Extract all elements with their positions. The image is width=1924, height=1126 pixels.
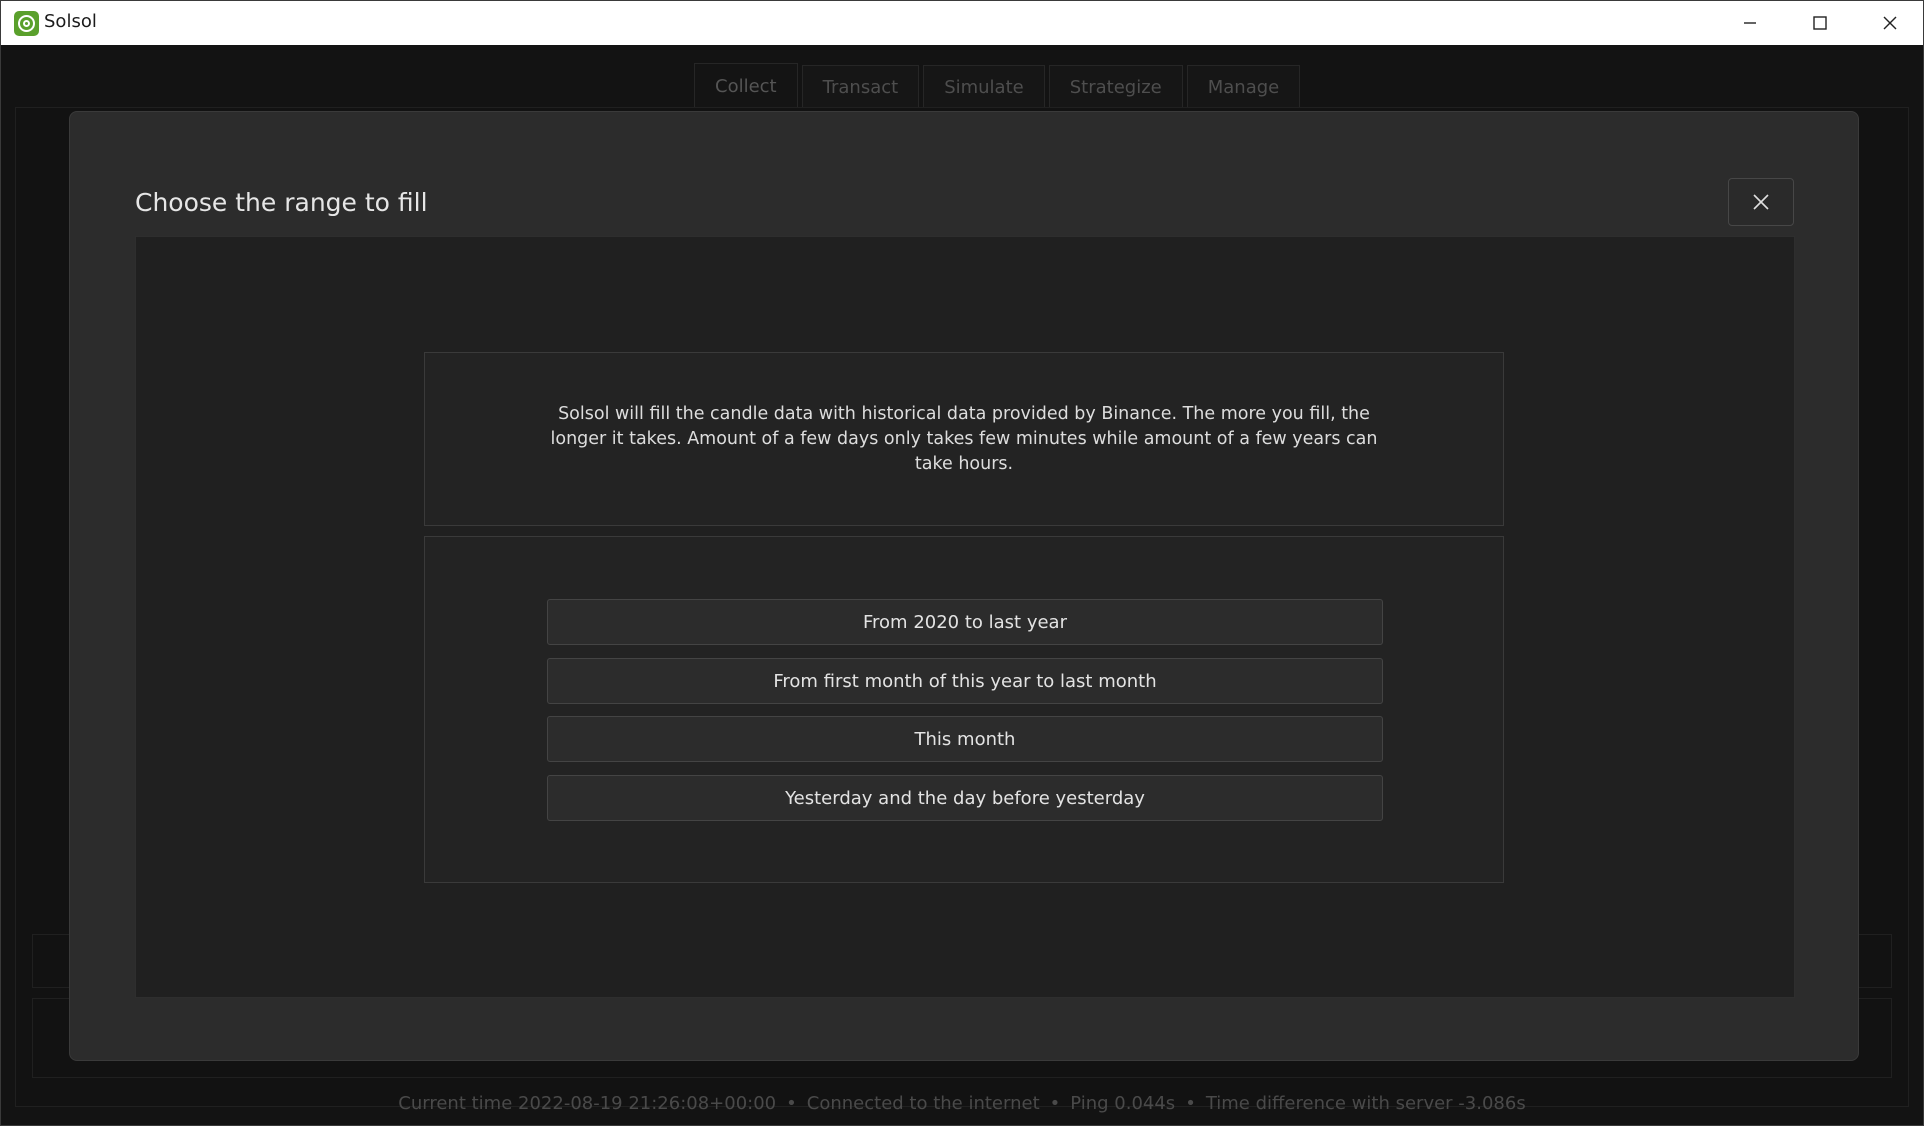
- tab-manage[interactable]: Manage: [1186, 65, 1301, 109]
- tab-simulate[interactable]: Simulate: [923, 65, 1045, 109]
- status-current-time: Current time 2022-08-19 21:26:08+00:00: [398, 1092, 777, 1114]
- tab-collect[interactable]: Collect: [694, 63, 798, 109]
- close-icon: [1753, 194, 1769, 210]
- range-option-this-year-to-last-month[interactable]: From first month of this year to last mo…: [547, 658, 1383, 704]
- close-icon: [1883, 16, 1897, 30]
- status-ping: Ping 0.044s: [1070, 1092, 1176, 1114]
- tab-transact[interactable]: Transact: [801, 65, 920, 109]
- description-text: Solsol will fill the candle data with hi…: [550, 403, 1378, 474]
- solsol-logo-icon: [14, 11, 39, 36]
- range-option-2020-to-last-year[interactable]: From 2020 to last year: [547, 599, 1383, 645]
- status-bar: Current time 2022-08-19 21:26:08+00:00 •…: [1, 1081, 1923, 1125]
- range-option-last-two-days[interactable]: Yesterday and the day before yesterday: [547, 775, 1383, 821]
- window-title: Solsol: [44, 11, 97, 32]
- dialog-title: Choose the range to fill: [135, 188, 428, 217]
- title-bar[interactable]: Solsol: [1, 1, 1923, 45]
- app-window: Solsol Collect Transact Simulate Strateg…: [0, 0, 1924, 1126]
- status-separator: •: [1049, 1092, 1061, 1114]
- maximize-icon: [1813, 16, 1827, 30]
- window-close-button[interactable]: [1855, 1, 1924, 45]
- dialog-close-button[interactable]: [1728, 178, 1794, 226]
- main-tabs: Collect Transact Simulate Strategize Man…: [694, 63, 1301, 109]
- status-time-difference: Time difference with server -3.086s: [1205, 1092, 1526, 1114]
- maximize-button[interactable]: [1785, 1, 1855, 45]
- status-connection: Connected to the internet: [806, 1092, 1040, 1114]
- range-option-this-month[interactable]: This month: [547, 716, 1383, 762]
- minimize-icon: [1744, 22, 1756, 24]
- status-separator: •: [1185, 1092, 1196, 1114]
- range-options: From 2020 to last year From first month …: [424, 536, 1504, 883]
- status-separator: •: [786, 1092, 797, 1114]
- dialog-body: Solsol will fill the candle data with hi…: [135, 236, 1795, 998]
- description-box: Solsol will fill the candle data with hi…: [424, 352, 1504, 526]
- range-fill-dialog: Choose the range to fill Solsol will fil…: [69, 111, 1859, 1061]
- minimize-button[interactable]: [1715, 1, 1785, 45]
- tab-strategize[interactable]: Strategize: [1048, 65, 1183, 109]
